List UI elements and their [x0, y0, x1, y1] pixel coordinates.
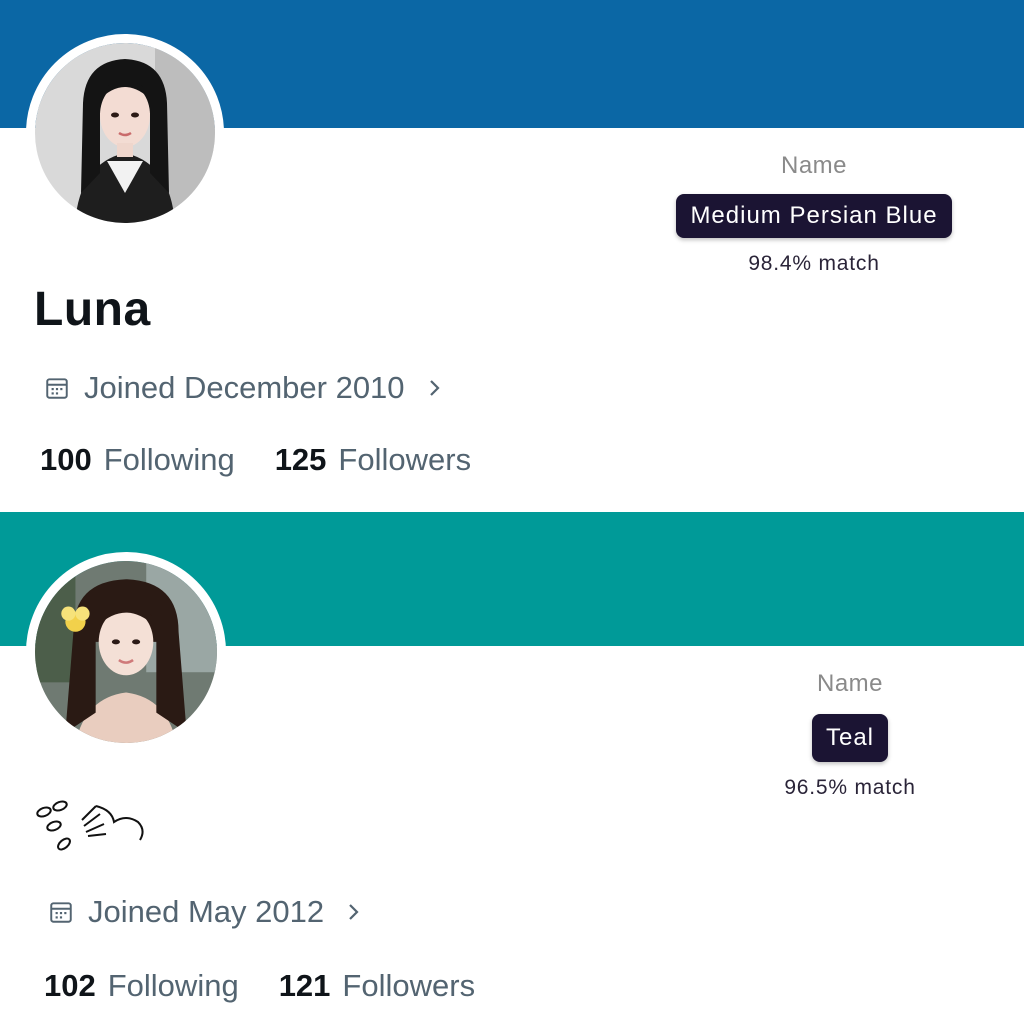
- avatar[interactable]: [26, 34, 224, 232]
- profile-card-2: Joined May 2012 102 Following 121 Follow…: [0, 512, 1024, 1024]
- avatar-photo: [35, 43, 215, 223]
- display-name: Luna: [34, 283, 151, 336]
- followers-link[interactable]: 121 Followers: [279, 968, 475, 1004]
- color-name-panel: Name Medium Persian Blue 98.4% match: [646, 152, 982, 276]
- color-panel-label: Name: [816, 670, 884, 697]
- followers-link[interactable]: 125 Followers: [275, 442, 471, 478]
- color-name-panel: Name Teal 96.5% match: [700, 670, 1000, 800]
- calendar-icon: [50, 902, 72, 923]
- avatar-photo: [35, 561, 217, 743]
- followers-label: Followers: [342, 968, 476, 1003]
- chevron-right-icon[interactable]: [346, 900, 362, 924]
- follow-stats: 102 Following 121 Followers: [44, 968, 515, 1004]
- joined-text: Joined December 2010: [84, 370, 405, 405]
- color-name-badge: Medium Persian Blue: [676, 194, 952, 238]
- joined-text: Joined May 2012: [88, 894, 325, 929]
- calendar-icon: [46, 378, 68, 399]
- joined-date[interactable]: Joined December 2010: [44, 370, 443, 406]
- followers-label: Followers: [338, 442, 472, 477]
- color-name-badge: Teal: [811, 714, 889, 762]
- joined-date[interactable]: Joined May 2012: [48, 894, 362, 930]
- flower-petals-icon: [36, 800, 144, 851]
- color-match-percent: 96.5% match: [784, 776, 916, 799]
- followers-count: 121: [278, 968, 331, 1003]
- profile-card-luna: Luna Joined December 2010 100 Following …: [0, 0, 1024, 512]
- following-label: Following: [103, 442, 235, 477]
- following-count: 100: [40, 442, 92, 477]
- following-link[interactable]: 100 Following: [40, 442, 235, 478]
- color-panel-label: Name: [780, 152, 848, 179]
- follow-stats: 100 Following 125 Followers: [40, 442, 511, 478]
- following-link[interactable]: 102 Following: [44, 968, 239, 1004]
- avatar[interactable]: [26, 552, 226, 752]
- following-count: 102: [44, 968, 96, 1003]
- color-match-percent: 98.4% match: [748, 252, 880, 275]
- chevron-right-icon[interactable]: [427, 376, 443, 400]
- following-label: Following: [107, 968, 239, 1003]
- followers-count: 125: [274, 442, 327, 477]
